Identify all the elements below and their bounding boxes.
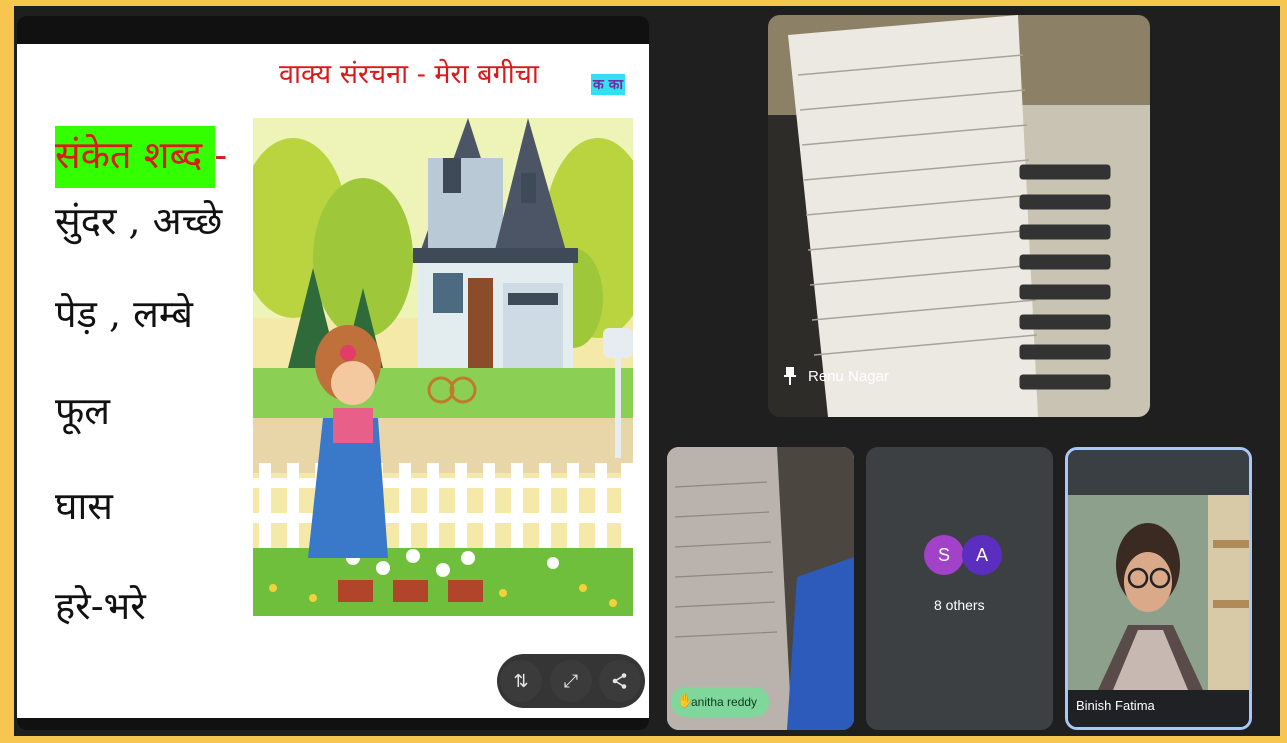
- others-tile[interactable]: S A 8 others: [866, 447, 1053, 730]
- avatar: S: [924, 535, 964, 575]
- avatar: A: [962, 535, 1002, 575]
- keyword-header: संकेत शब्द -: [55, 133, 228, 177]
- participant-video: [768, 15, 1150, 417]
- garden-illustration: [253, 118, 633, 616]
- slide: वाक्य संरचना - मेरा बगीचा क का संकेत शब्…: [17, 44, 649, 718]
- slide-badge: क का: [591, 74, 626, 95]
- participant-name: Binish Fatima: [1076, 698, 1155, 713]
- pin-icon[interactable]: [784, 367, 796, 389]
- participant-tile-self[interactable]: Binish Fatima: [1065, 447, 1252, 730]
- others-count: 8 others: [934, 597, 985, 613]
- presentation-tile[interactable]: वाक्य संरचना - मेरा बगीचा क का संकेत शब्…: [17, 16, 649, 730]
- expand-icon[interactable]: ⤢: [550, 660, 592, 702]
- word-item: हरे-भरे: [55, 584, 146, 628]
- word-item: फूल: [55, 389, 111, 433]
- participant-name: anitha reddy: [691, 695, 758, 709]
- word-item: सुंदर , अच्छे: [55, 199, 223, 243]
- word-item: घास: [55, 484, 113, 528]
- word-item: पेड़ , लम्बे: [55, 292, 193, 336]
- participant-tile-pinned[interactable]: Renu Nagar: [768, 15, 1150, 417]
- share-icon[interactable]: [599, 660, 641, 702]
- slide-title: वाक्य संरचना - मेरा बगीचा: [279, 59, 539, 90]
- swap-vertical-icon[interactable]: ⇅: [500, 660, 542, 702]
- participant-name: Renu Nagar: [808, 368, 889, 385]
- participant-tile-anitha[interactable]: ✋ anitha reddy: [667, 447, 854, 730]
- participant-video: [1068, 450, 1249, 727]
